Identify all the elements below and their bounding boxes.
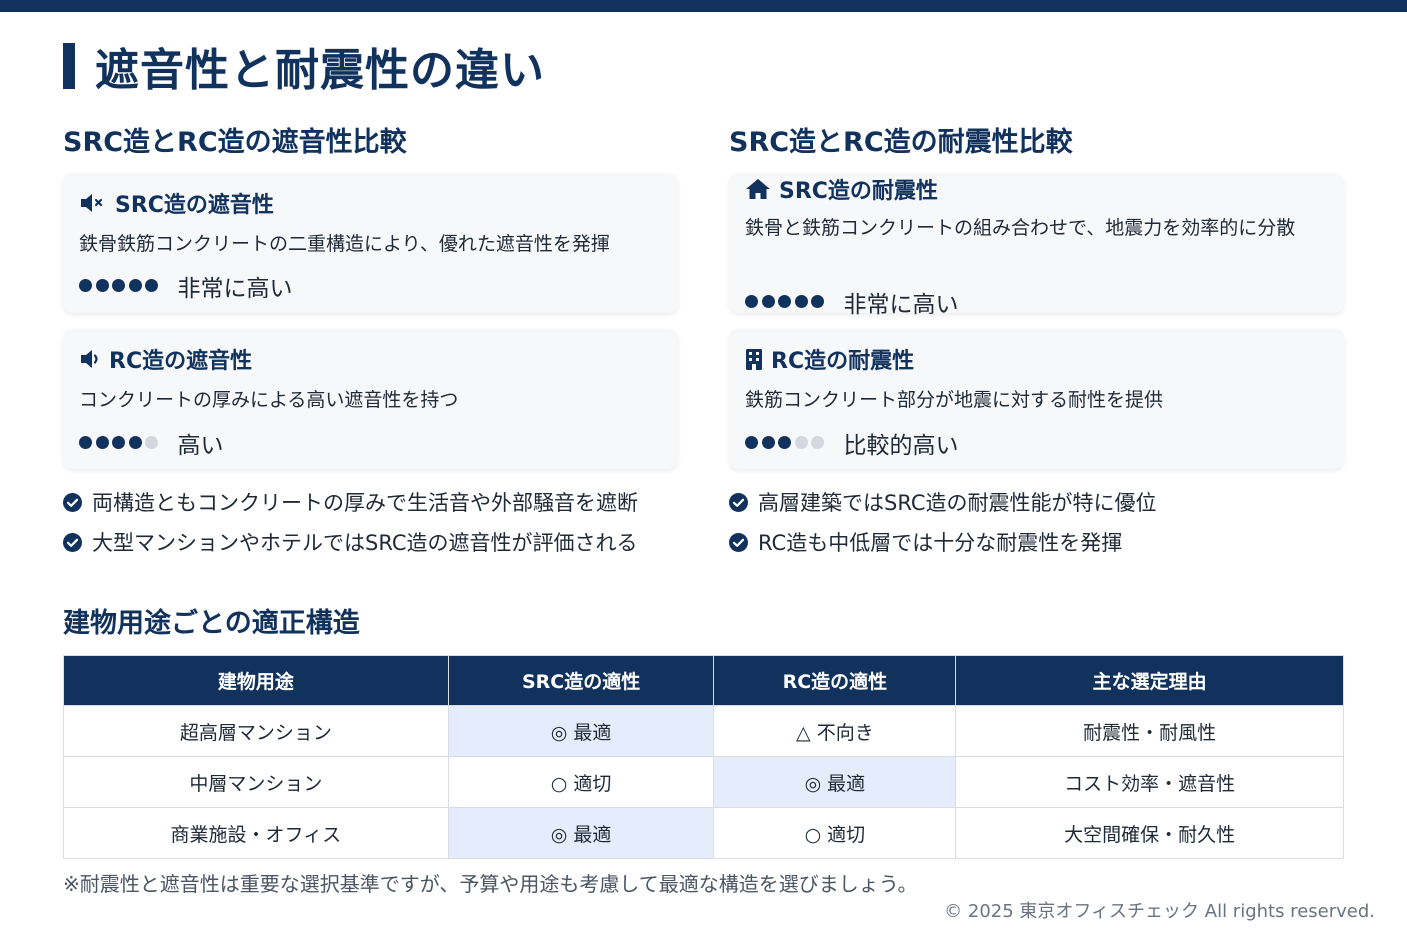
rating-dot-filled [761, 294, 775, 308]
header-src-fit: SRC造の適性 [447, 655, 715, 706]
bullet-text: 高層建築ではSRC造の耐震性能が特に優位 [758, 491, 1157, 515]
rating-dot-filled [794, 294, 808, 308]
rating-dot-filled [145, 278, 158, 292]
cell-usage: 商業施設・オフィス [63, 807, 449, 859]
rating-dot-filled [128, 435, 142, 449]
rating-dot-filled [112, 278, 125, 292]
header-rc-fit: RC造の適性 [713, 655, 957, 706]
card-title: RC造の遮音性 [109, 349, 253, 374]
rating-dot-filled [745, 294, 758, 308]
card-header: RC造の遮音性 [79, 343, 252, 375]
rating: 高い [79, 426, 224, 460]
header-reason: 主な選定理由 [955, 655, 1344, 706]
card-header: RC造の耐震性 [745, 343, 914, 375]
table-row: 商業施設・オフィス ◎ 最適 ○ 適切 大空間確保・耐久性 [63, 807, 1344, 859]
rating-label: 高い [177, 433, 224, 459]
cell-src-fit: ◎ 最適 [447, 705, 715, 757]
bullet-text: 大型マンションやホテルではSRC造の遮音性が評価される [92, 531, 638, 555]
rating-dot-filled [95, 435, 109, 449]
copyright: © 2025 東京オフィスチェック All rights reserved. [944, 901, 1375, 922]
rating-dots [745, 434, 828, 453]
rating-dot-filled [79, 278, 92, 292]
rating: 比較的高い [745, 426, 959, 460]
rating-dot-filled [811, 294, 824, 308]
card-description: 鉄骨鉄筋コンクリートの二重構造により、優れた遮音性を発揮 [79, 233, 610, 255]
cell-reason: コスト効率・遮音性 [955, 756, 1344, 808]
footnote: ※耐震性と遮音性は重要な選択基準ですが、予算や用途も考慮して最適な構造を選びまし… [63, 872, 918, 896]
bullet-item: RC造も中低層では十分な耐震性を発揮 [729, 527, 1122, 557]
rc-soundproof-card: RC造の遮音性 コンクリートの厚みによる高い遮音性を持つ 高い [63, 329, 678, 469]
card-header: SRC造の耐震性 [745, 173, 938, 205]
table-header-row: 建物用途 SRC造の適性 RC造の適性 主な選定理由 [63, 655, 1344, 706]
card-description: コンクリートの厚みによる高い遮音性を持つ [79, 389, 459, 411]
table-row: 超高層マンション ◎ 最適 △ 不向き 耐震性・耐風性 [63, 705, 1344, 757]
rating-dot-empty [145, 435, 158, 449]
speaker-low-icon [81, 350, 98, 368]
cell-rc-fit: ◎ 最適 [713, 756, 957, 808]
check-circle-icon [63, 492, 82, 512]
check-circle-icon [729, 532, 748, 552]
building-icon [746, 349, 762, 370]
structure-fit-table: 建物用途 SRC造の適性 RC造の適性 主な選定理由 超高層マンション ◎ 最適… [63, 655, 1344, 859]
src-soundproof-card: SRC造の遮音性 鉄骨鉄筋コンクリートの二重構造により、優れた遮音性を発揮 非常… [63, 173, 678, 313]
rating-dots [745, 293, 828, 312]
rating-dot-filled [778, 435, 791, 449]
title-block: 遮音性と耐震性の違い [63, 38, 545, 96]
top-accent-bar [0, 0, 1407, 12]
cell-src-fit: ◎ 最適 [447, 807, 715, 859]
soundproof-section-heading: SRC造とRC造の遮音性比較 [63, 127, 407, 158]
bullet-item: 大型マンションやホテルではSRC造の遮音性が評価される [63, 527, 638, 557]
mute-speaker-icon [81, 194, 103, 212]
table-section-heading: 建物用途ごとの適正構造 [63, 608, 360, 639]
check-circle-icon [63, 532, 82, 552]
rating-dot-filled [112, 435, 125, 449]
rating-label: 非常に高い [177, 276, 293, 302]
house-icon [746, 179, 770, 199]
rating-label: 非常に高い [843, 292, 959, 318]
header-usage: 建物用途 [63, 655, 449, 706]
rating-dot-filled [778, 294, 791, 308]
rating: 非常に高い [79, 269, 293, 303]
rating-dot-empty [811, 435, 824, 449]
bullet-text: RC造も中低層では十分な耐震性を発揮 [758, 531, 1123, 555]
rating-label: 比較的高い [843, 433, 959, 459]
table-row: 中層マンション ○ 適切 ◎ 最適 コスト効率・遮音性 [63, 756, 1344, 808]
bullet-item: 高層建築ではSRC造の耐震性能が特に優位 [729, 487, 1157, 517]
check-circle-icon [729, 492, 748, 512]
rating-dots [79, 434, 162, 453]
rating-dot-filled [745, 435, 758, 449]
rating: 非常に高い [745, 285, 959, 319]
cell-rc-fit: △ 不向き [713, 705, 957, 757]
bullet-item: 両構造ともコンクリートの厚みで生活音や外部騒音を遮断 [63, 487, 638, 517]
card-title: SRC造の耐震性 [779, 179, 938, 204]
bullet-text: 両構造ともコンクリートの厚みで生活音や外部騒音を遮断 [92, 491, 638, 515]
cell-usage: 中層マンション [63, 756, 449, 808]
page-title: 遮音性と耐震性の違い [95, 45, 545, 96]
card-title: SRC造の遮音性 [115, 193, 274, 218]
src-seismic-card: SRC造の耐震性 鉄骨と鉄筋コンクリートの組み合わせで、地震力を効率的に分散 非… [729, 173, 1344, 318]
card-description: 鉄筋コンクリート部分が地震に対する耐性を提供 [745, 389, 1164, 411]
cell-usage: 超高層マンション [63, 705, 449, 757]
rc-seismic-card: RC造の耐震性 鉄筋コンクリート部分が地震に対する耐性を提供 比較的高い [729, 329, 1344, 469]
rating-dots [79, 277, 162, 296]
rating-dot-filled [761, 435, 775, 449]
cell-reason: 大空間確保・耐久性 [955, 807, 1344, 859]
title-accent-bar [63, 43, 75, 89]
cell-src-fit: ○ 適切 [447, 756, 715, 808]
card-header: SRC造の遮音性 [79, 187, 274, 219]
card-description: 鉄骨と鉄筋コンクリートの組み合わせで、地震力を効率的に分散 [745, 217, 1296, 239]
seismic-section-heading: SRC造とRC造の耐震性比較 [729, 127, 1073, 158]
rating-dot-filled [128, 278, 142, 292]
rating-dot-filled [95, 278, 109, 292]
rating-dot-filled [79, 435, 92, 449]
cell-rc-fit: ○ 適切 [713, 807, 957, 859]
card-title: RC造の耐震性 [771, 349, 915, 374]
cell-reason: 耐震性・耐風性 [955, 705, 1344, 757]
rating-dot-empty [794, 435, 808, 449]
